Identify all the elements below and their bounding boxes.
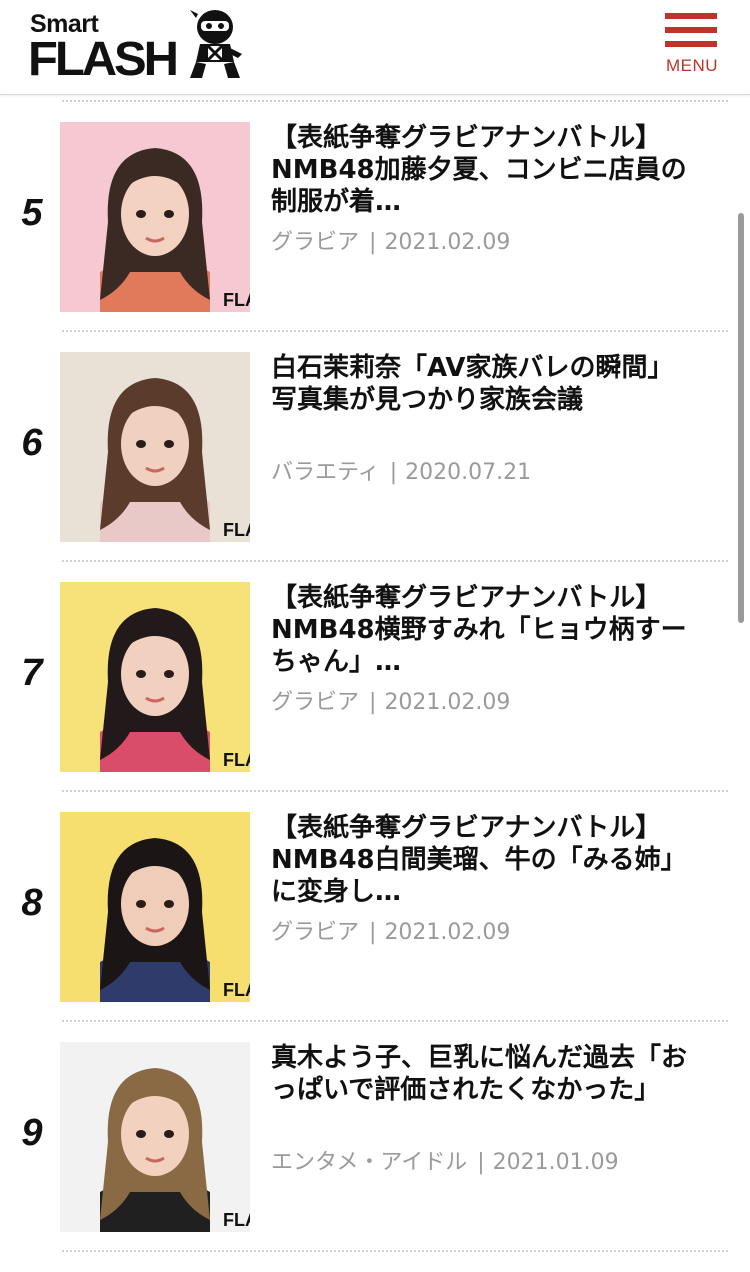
article-category[interactable]: グラビア — [271, 690, 359, 715]
article-item[interactable]: 6 FLA 白石茉莉奈「AV家族バレの瞬間」 写真集が見つかり家族会議 バラエテ… — [0, 352, 750, 582]
article-date: 2020.07.21 — [405, 460, 532, 485]
list-divider — [62, 100, 728, 102]
watermark-label: FLA — [223, 1210, 250, 1230]
site-logo[interactable]: Smart FLASH — [28, 8, 243, 86]
watermark-label: FLA — [223, 750, 250, 770]
meta-separator: | — [369, 920, 377, 945]
article-date: 2021.02.09 — [384, 690, 511, 715]
rank-number: 6 — [21, 422, 43, 464]
portrait-image: FLA — [60, 122, 250, 312]
watermark-label: FLA — [223, 290, 250, 310]
list-divider — [62, 790, 728, 792]
watermark-label: FLA — [223, 980, 250, 1000]
article-item[interactable]: 5 FLA 【表紙争奪グラビアナンバトル】 NMB48加藤夕夏、コンビニ店員の … — [0, 122, 750, 352]
list-divider — [62, 560, 728, 562]
article-item[interactable]: 9 FLA 真木よう子、巨乳に悩んだ過去「お っぱいで評価されたくなかった」 エ… — [0, 1042, 750, 1272]
article-meta: グラビア | 2021.02.09 — [271, 224, 510, 256]
article-category[interactable]: グラビア — [271, 230, 359, 255]
watermark-label: FLA — [223, 520, 250, 540]
article-thumbnail[interactable]: FLA — [60, 582, 250, 772]
article-category[interactable]: バラエティ — [271, 460, 380, 485]
article-thumbnail[interactable]: FLA — [60, 352, 250, 542]
article-meta: グラビア | 2021.02.09 — [271, 914, 510, 946]
portrait-image: FLA — [60, 582, 250, 772]
article-thumbnail[interactable]: FLA — [60, 122, 250, 312]
rank-number: 8 — [21, 882, 43, 924]
list-divider — [62, 1020, 728, 1022]
article-title[interactable]: 【表紙争奪グラビアナンバトル】 NMB48加藤夕夏、コンビニ店員の 制服が着… — [271, 122, 733, 218]
hamburger-icon-bar-bottom — [665, 41, 717, 47]
hamburger-icon-bar-middle — [665, 27, 717, 33]
scrollbar[interactable] — [738, 213, 744, 623]
rank-number: 7 — [21, 652, 43, 694]
article-item[interactable]: 8 FLA 【表紙争奪グラビアナンバトル】 NMB48白間美瑠、牛の「みる姉」 … — [0, 812, 750, 1042]
article-item[interactable]: 7 FLA 【表紙争奪グラビアナンバトル】 NMB48横野すみれ「ヒョウ柄すー … — [0, 582, 750, 812]
article-meta: グラビア | 2021.02.09 — [271, 684, 510, 716]
meta-separator: | — [369, 230, 377, 255]
site-header: Smart FLASH MENU — [0, 0, 750, 95]
article-meta: バラエティ | 2020.07.21 — [271, 454, 531, 486]
rank-number: 5 — [21, 192, 43, 234]
article-category[interactable]: エンタメ・アイドル — [271, 1150, 467, 1175]
article-meta: エンタメ・アイドル | 2021.01.09 — [271, 1144, 619, 1176]
hamburger-icon-bar-top — [665, 13, 717, 19]
meta-separator: | — [369, 690, 377, 715]
article-title[interactable]: 白石茉莉奈「AV家族バレの瞬間」 写真集が見つかり家族会議 — [271, 352, 733, 416]
article-title[interactable]: 【表紙争奪グラビアナンバトル】 NMB48白間美瑠、牛の「みる姉」 に変身し… — [271, 812, 733, 908]
menu-label: MENU — [665, 56, 719, 75]
ninja-mascot-icon — [190, 10, 242, 78]
article-title[interactable]: 【表紙争奪グラビアナンバトル】 NMB48横野すみれ「ヒョウ柄すー ちゃん」… — [271, 582, 733, 678]
portrait-image: FLA — [60, 1042, 250, 1232]
meta-separator: | — [477, 1150, 485, 1175]
article-title[interactable]: 真木よう子、巨乳に悩んだ過去「お っぱいで評価されたくなかった」 — [271, 1042, 733, 1106]
list-divider — [62, 1250, 728, 1252]
menu-button[interactable]: MENU — [662, 13, 722, 77]
article-thumbnail[interactable]: FLA — [60, 1042, 250, 1232]
article-category[interactable]: グラビア — [271, 920, 359, 945]
portrait-image: FLA — [60, 352, 250, 542]
meta-separator: | — [389, 460, 398, 485]
logo-flash-text: FLASH — [28, 33, 179, 86]
rank-number: 9 — [21, 1112, 43, 1154]
article-thumbnail[interactable]: FLA — [60, 812, 250, 1002]
article-date: 2021.02.09 — [384, 230, 511, 255]
list-divider — [62, 330, 728, 332]
article-date: 2021.01.09 — [492, 1150, 619, 1175]
portrait-image: FLA — [60, 812, 250, 1002]
article-date: 2021.02.09 — [384, 920, 511, 945]
